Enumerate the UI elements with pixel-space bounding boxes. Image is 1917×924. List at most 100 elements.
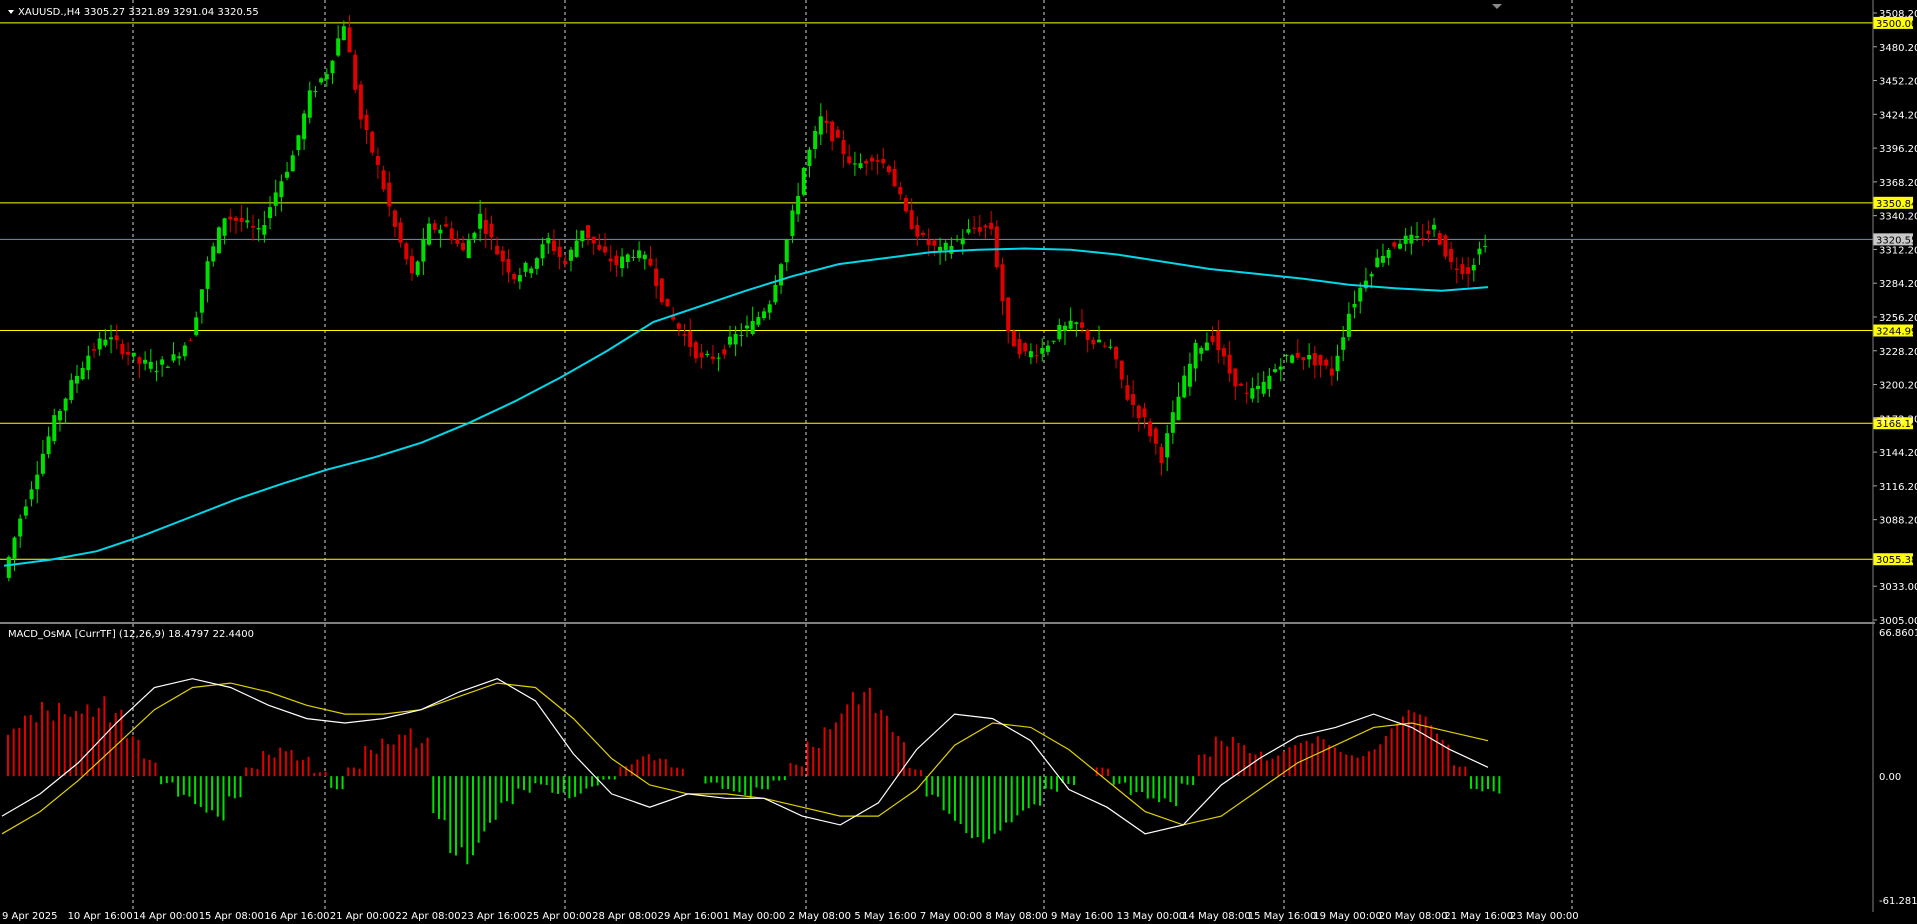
candle-body (955, 239, 960, 241)
candle-body (495, 245, 500, 255)
price-tick-label: 3340.20 (1879, 212, 1917, 223)
candle-body (165, 366, 170, 368)
candle-body (69, 380, 74, 400)
candle-body (529, 268, 534, 274)
candle-body (148, 361, 153, 369)
candle-body (370, 131, 375, 153)
candle-body (1329, 368, 1334, 376)
candle-body (1153, 428, 1158, 444)
time-label: 28 Apr 08:00 (592, 911, 657, 922)
time-label: 15 Apr 08:00 (199, 911, 264, 922)
candle-body (727, 336, 732, 345)
candle-body (1284, 355, 1289, 357)
candle-body (358, 84, 363, 120)
candle-body (926, 239, 931, 246)
candle-body (1159, 446, 1164, 463)
candle-body (1386, 249, 1391, 258)
candle-body (1358, 287, 1363, 302)
candle-body (608, 258, 613, 262)
candle-body (1324, 359, 1329, 366)
candle-body (1176, 396, 1181, 421)
candle-body (762, 311, 767, 319)
candle-body (273, 192, 278, 206)
price-tick-label: 3396.20 (1879, 144, 1917, 155)
candle-body (353, 54, 358, 90)
time-label: 13 May 00:00 (1117, 911, 1186, 922)
candle-body (1278, 366, 1283, 370)
candle-body (1295, 352, 1300, 358)
level-price-label: 3350.84 (1876, 199, 1917, 210)
candle-body (790, 210, 795, 236)
candle-body (40, 453, 45, 474)
candle-body (1221, 348, 1226, 357)
candle-body (126, 352, 131, 355)
candle-body (375, 155, 380, 165)
price-tick-label: 3228.20 (1879, 347, 1917, 358)
price-tick-label: 3256.20 (1879, 313, 1917, 324)
candle-body (1477, 248, 1482, 255)
candle-body (1449, 248, 1454, 263)
candle-body (994, 226, 999, 268)
candle-body (268, 207, 273, 219)
candle-body (710, 356, 715, 360)
candle-body (733, 334, 738, 345)
candle-body (722, 349, 727, 355)
candle-body (625, 254, 630, 262)
candle-body (131, 352, 136, 357)
candle-body (1420, 238, 1425, 240)
time-label: 2 May 08:00 (789, 911, 851, 922)
indicator-tick-label: 0.00 (1879, 772, 1901, 783)
time-label: 14 May 08:00 (1182, 911, 1251, 922)
candle-body (302, 113, 307, 140)
candle-body (1102, 345, 1107, 347)
candle-body (296, 135, 301, 151)
candle-body (932, 240, 937, 246)
candle-body (767, 304, 772, 313)
candle-body (1267, 375, 1272, 390)
price-tick-label: 3033.00 (1879, 582, 1917, 593)
price-tick-label: 3005.00 (1879, 616, 1917, 627)
candle-body (80, 368, 85, 380)
candle-body (6, 556, 11, 578)
time-label: 10 Apr 16:00 (68, 911, 133, 922)
candle-body (444, 224, 449, 227)
candle-body (756, 317, 761, 325)
candle-body (97, 338, 102, 350)
candle-body (336, 38, 341, 56)
candle-body (966, 229, 971, 233)
time-label: 23 May 00:00 (1510, 911, 1579, 922)
candle-body (824, 120, 829, 123)
candle-body (546, 237, 551, 244)
candle-body (1443, 235, 1448, 257)
candle-body (319, 78, 324, 83)
candle-body (1290, 355, 1295, 363)
candle-body (591, 236, 596, 244)
price-tick-label: 3144.20 (1879, 448, 1917, 459)
candle-body (648, 258, 653, 266)
time-label: 9 Apr 2025 (2, 911, 57, 922)
candle-body (512, 274, 517, 280)
candle-body (1318, 354, 1323, 366)
candle-body (773, 284, 778, 303)
candle-body (211, 246, 216, 262)
time-label: 19 May 00:00 (1313, 911, 1382, 922)
time-label: 9 May 16:00 (1051, 911, 1113, 922)
candle-body (1204, 342, 1209, 351)
candle-body (682, 334, 687, 336)
candle-body (1244, 392, 1249, 394)
candle-body (29, 489, 34, 500)
candle-body (1454, 268, 1459, 271)
candle-body (1432, 224, 1437, 230)
candle-body (949, 245, 954, 254)
candle-body (409, 256, 414, 274)
candle-body (222, 218, 227, 236)
candle-body (290, 155, 295, 172)
time-label: 16 Apr 16:00 (264, 911, 329, 922)
candle-body (347, 27, 352, 53)
candle-body (364, 114, 369, 131)
candle-body (693, 342, 698, 359)
candle-body (1125, 385, 1130, 400)
time-label: 22 Apr 08:00 (395, 911, 460, 922)
candle-body (35, 474, 40, 490)
candle-body (1040, 348, 1045, 354)
